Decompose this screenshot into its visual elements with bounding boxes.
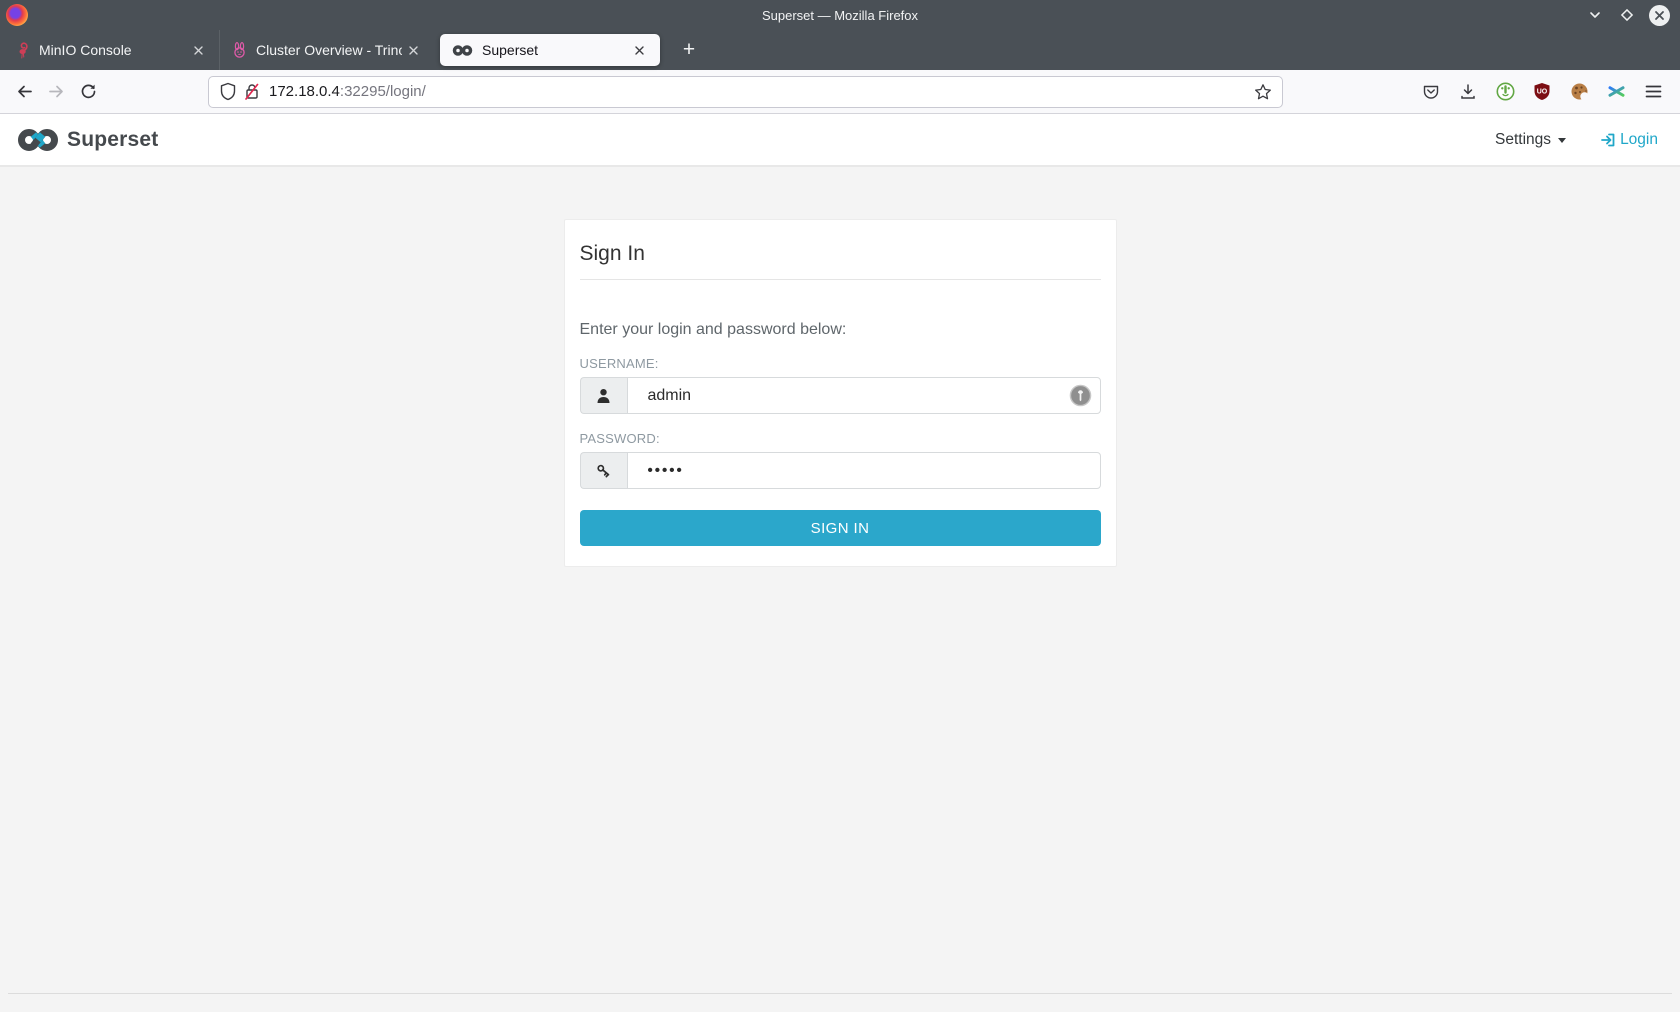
tab-bar: MinIO Console Cluster Overview - Trino S… xyxy=(0,30,1680,70)
sign-in-button[interactable]: SIGN IN xyxy=(580,510,1101,546)
password-input[interactable] xyxy=(627,452,1101,489)
reload-icon[interactable] xyxy=(72,76,104,108)
brand-text: Superset xyxy=(67,128,158,152)
bookmark-star-icon[interactable] xyxy=(1254,83,1272,101)
sign-in-icon xyxy=(1600,132,1616,148)
username-input-group xyxy=(580,377,1101,414)
sparkle-extension-icon[interactable] xyxy=(1601,77,1631,107)
sign-in-card: Sign In Enter your login and password be… xyxy=(564,219,1117,567)
ublock-origin-extension-icon[interactable]: UO xyxy=(1527,77,1557,107)
url-bar[interactable]: 172.18.0.4:32295/login/ xyxy=(208,76,1283,108)
settings-menu[interactable]: Settings xyxy=(1495,131,1566,149)
sign-in-prompt: Enter your login and password below: xyxy=(580,321,1101,339)
app-menu-icon[interactable] xyxy=(1638,77,1668,107)
sign-in-title: Sign In xyxy=(580,242,1101,280)
superset-logo-icon xyxy=(16,127,60,153)
url-path: :32295/login/ xyxy=(340,83,426,100)
superset-infinity-icon xyxy=(452,44,473,57)
download-icon[interactable] xyxy=(1453,77,1483,107)
maximize-icon[interactable] xyxy=(1617,5,1637,25)
tab-label: Cluster Overview - Trino xyxy=(256,42,402,58)
privacy-badger-extension-icon[interactable] xyxy=(1490,77,1520,107)
tab-label: Superset xyxy=(482,42,628,58)
back-icon[interactable] xyxy=(8,76,40,108)
svg-text:UO: UO xyxy=(1537,89,1548,96)
new-tab-button[interactable]: + xyxy=(674,35,704,65)
tab-trino-cluster-overview[interactable]: Cluster Overview - Trino xyxy=(219,30,434,70)
footer-divider xyxy=(8,993,1672,994)
cookie-extension-icon[interactable] xyxy=(1564,77,1594,107)
window-controls xyxy=(1585,5,1680,26)
tab-close-icon[interactable] xyxy=(187,39,209,61)
navbar-right: Settings Login xyxy=(1495,131,1664,149)
page-body: Sign In Enter your login and password be… xyxy=(0,167,1680,1012)
username-label: USERNAME: xyxy=(580,356,1101,371)
superset-brand[interactable]: Superset xyxy=(16,127,158,153)
pocket-icon[interactable] xyxy=(1416,77,1446,107)
password-manager-icon[interactable] xyxy=(1069,384,1092,407)
tracking-shield-icon[interactable] xyxy=(219,82,237,101)
tab-label: MinIO Console xyxy=(39,42,187,58)
password-input-group xyxy=(580,452,1101,489)
login-label: Login xyxy=(1620,131,1658,149)
insecure-lock-icon[interactable] xyxy=(243,82,261,101)
password-label: PASSWORD: xyxy=(580,431,1101,446)
window-titlebar: Superset — Mozilla Firefox xyxy=(0,0,1680,30)
settings-label: Settings xyxy=(1495,131,1551,149)
tab-close-icon[interactable] xyxy=(402,39,424,61)
chevron-down-icon xyxy=(1558,138,1566,143)
url-host: 172.18.0.4 xyxy=(269,83,340,100)
superset-navbar: Superset Settings Login xyxy=(0,114,1680,167)
key-icon xyxy=(580,452,627,489)
tab-close-icon[interactable] xyxy=(628,39,650,61)
toolbar-icon-cluster: UO xyxy=(1416,77,1672,107)
forward-icon[interactable] xyxy=(40,76,72,108)
login-link[interactable]: Login xyxy=(1600,131,1658,149)
tab-minio-console[interactable]: MinIO Console xyxy=(4,30,219,70)
tab-superset[interactable]: Superset xyxy=(440,34,660,66)
close-icon[interactable] xyxy=(1649,5,1670,26)
user-icon xyxy=(580,377,627,414)
minimize-icon[interactable] xyxy=(1585,5,1605,25)
window-title: Superset — Mozilla Firefox xyxy=(0,8,1680,23)
username-input[interactable] xyxy=(627,377,1101,414)
url-text[interactable]: 172.18.0.4:32295/login/ xyxy=(269,83,1254,100)
minio-flamingo-icon xyxy=(16,42,30,59)
browser-toolbar: 172.18.0.4:32295/login/ UO xyxy=(0,70,1680,114)
trino-bunny-icon xyxy=(232,42,247,58)
